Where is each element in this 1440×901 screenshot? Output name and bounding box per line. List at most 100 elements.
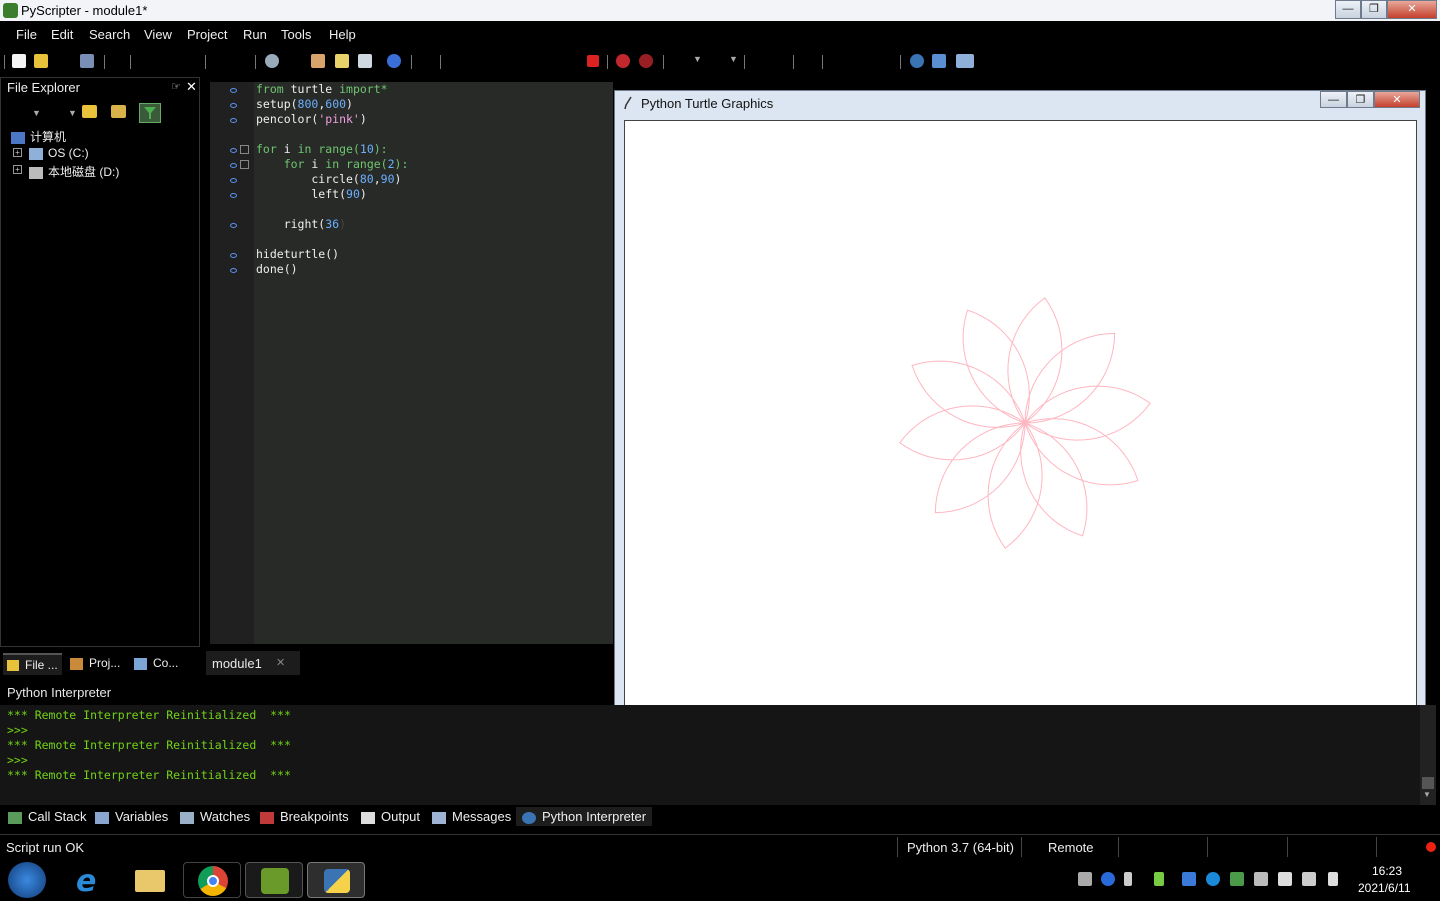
tab-messages[interactable]: Messages bbox=[432, 809, 511, 824]
tab-call-stack[interactable]: Call Stack bbox=[8, 809, 87, 824]
network-icon[interactable] bbox=[1182, 872, 1196, 886]
status-engine-mode[interactable]: Remote bbox=[1048, 840, 1094, 855]
tools-icon[interactable] bbox=[1254, 872, 1268, 886]
taskbar-file-explorer[interactable] bbox=[121, 862, 179, 898]
turtle-maximize-button[interactable]: ❐ bbox=[1347, 91, 1374, 108]
tab-output[interactable]: Output bbox=[361, 809, 420, 824]
shield-icon[interactable] bbox=[1230, 872, 1244, 886]
breakpoint-marker[interactable] bbox=[230, 88, 237, 93]
tab-breakpoints[interactable]: Breakpoints bbox=[260, 809, 349, 824]
expand-icon[interactable]: + bbox=[13, 165, 22, 174]
turtle-minimize-button[interactable]: — bbox=[1320, 91, 1347, 108]
tab-python-interpreter[interactable]: Python Interpreter bbox=[516, 807, 653, 826]
clock-date[interactable]: 2021/6/11 bbox=[1358, 881, 1411, 895]
fold-icon[interactable] bbox=[240, 145, 249, 154]
pin-icon[interactable]: ☞ bbox=[171, 80, 181, 93]
help-icon[interactable] bbox=[1101, 872, 1115, 886]
tree-item-computer[interactable]: 计算机 bbox=[11, 128, 66, 145]
stop-icon[interactable] bbox=[587, 55, 599, 67]
taskbar-ie[interactable]: e bbox=[60, 862, 118, 899]
scroll-thumb[interactable] bbox=[1422, 777, 1434, 789]
open-folder-icon[interactable] bbox=[34, 54, 48, 68]
tab-file-explorer[interactable]: File ... bbox=[3, 653, 62, 675]
tab-project-explorer[interactable]: Proj... bbox=[66, 653, 124, 675]
toggle-breakpoint-icon[interactable] bbox=[616, 54, 630, 68]
breakpoint-marker[interactable] bbox=[230, 193, 237, 198]
chevron-down-icon[interactable]: ▼ bbox=[729, 54, 738, 64]
keyboard-icon[interactable] bbox=[1078, 872, 1092, 886]
python-interpreter-console[interactable]: *** Remote Interpreter Reinitialized ***… bbox=[0, 705, 1420, 805]
breakpoints-icon bbox=[260, 811, 274, 824]
breakpoint-marker[interactable] bbox=[230, 178, 237, 183]
tab-module1[interactable]: module1 ✕ bbox=[206, 651, 300, 675]
turtle-canvas[interactable] bbox=[624, 120, 1417, 716]
code-editor[interactable]: from turtle import* setup(800,600) penco… bbox=[210, 82, 613, 644]
save-all-icon[interactable] bbox=[80, 54, 94, 68]
minimize-button[interactable]: — bbox=[1335, 0, 1361, 19]
menu-edit[interactable]: Edit bbox=[51, 27, 73, 42]
browse-icon[interactable] bbox=[111, 105, 126, 118]
clock-time[interactable]: 16:23 bbox=[1372, 864, 1402, 878]
window-layout-dropdown-icon[interactable] bbox=[956, 54, 974, 68]
display-icon[interactable] bbox=[1302, 872, 1316, 886]
pin-icon[interactable] bbox=[1124, 872, 1132, 886]
hp-icon[interactable] bbox=[1206, 872, 1220, 886]
title-bar: PyScripter - module1* — ❐ ✕ bbox=[0, 0, 1440, 21]
clear-breakpoints-icon[interactable] bbox=[639, 54, 653, 68]
start-button[interactable] bbox=[8, 862, 46, 898]
python-icon[interactable] bbox=[910, 54, 924, 68]
breakpoint-marker[interactable] bbox=[230, 223, 237, 228]
tab-watches[interactable]: Watches bbox=[180, 809, 250, 824]
search-icon[interactable] bbox=[265, 54, 279, 68]
folder-icon[interactable] bbox=[82, 105, 97, 118]
file-explorer-title: File Explorer bbox=[7, 80, 80, 95]
filter-icon[interactable] bbox=[139, 103, 161, 123]
turtle-close-button[interactable]: ✕ bbox=[1374, 91, 1420, 108]
battery-icon[interactable] bbox=[1154, 872, 1164, 886]
breakpoint-marker[interactable] bbox=[230, 163, 237, 168]
tab-variables[interactable]: Variables bbox=[95, 809, 168, 824]
info-icon[interactable] bbox=[387, 54, 401, 68]
breakpoint-marker[interactable] bbox=[230, 268, 237, 273]
new-file-icon[interactable] bbox=[12, 54, 26, 68]
status-python-version[interactable]: Python 3.7 (64-bit) bbox=[907, 840, 1014, 855]
menu-help[interactable]: Help bbox=[329, 27, 356, 42]
taskbar-pyscripter[interactable] bbox=[245, 862, 303, 898]
turtle-graphics-window: Python Turtle Graphics — ❐ ✕ bbox=[614, 90, 1426, 723]
code-line-1: from turtle import* bbox=[256, 82, 388, 96]
chevron-down-icon[interactable]: ▼ bbox=[32, 108, 41, 118]
tab-code-explorer[interactable]: Co... bbox=[130, 653, 182, 675]
expand-icon[interactable]: + bbox=[13, 148, 22, 157]
find-in-files-icon[interactable] bbox=[311, 54, 325, 68]
chevron-down-icon[interactable]: ▼ bbox=[693, 54, 702, 64]
tree-item-drive-c[interactable]: OS (C:) bbox=[29, 146, 89, 160]
editor-gutter[interactable] bbox=[210, 82, 254, 644]
tree-item-drive-d[interactable]: 本地磁盘 (D:) bbox=[29, 163, 119, 180]
menu-file[interactable]: File bbox=[16, 27, 37, 42]
flower-path bbox=[899, 297, 1151, 549]
maximize-button[interactable]: ❐ bbox=[1361, 0, 1387, 19]
replace-icon[interactable] bbox=[358, 54, 372, 68]
menu-project[interactable]: Project bbox=[187, 27, 227, 42]
interpreter-scrollbar[interactable]: ▼ bbox=[1420, 705, 1436, 805]
breakpoint-marker[interactable] bbox=[230, 253, 237, 258]
chevron-down-icon[interactable]: ▼ bbox=[1423, 790, 1431, 799]
fold-icon[interactable] bbox=[240, 160, 249, 169]
breakpoint-marker[interactable] bbox=[230, 148, 237, 153]
breakpoint-marker[interactable] bbox=[230, 103, 237, 108]
close-button[interactable]: ✕ bbox=[1387, 0, 1437, 19]
layout-icon[interactable] bbox=[932, 54, 946, 68]
taskbar-python[interactable] bbox=[307, 862, 365, 898]
close-icon[interactable]: ✕ bbox=[186, 79, 197, 95]
chevron-down-icon[interactable]: ▼ bbox=[68, 108, 77, 118]
find-next-icon[interactable] bbox=[335, 54, 349, 68]
menu-view[interactable]: View bbox=[144, 27, 172, 42]
menu-tools[interactable]: Tools bbox=[281, 27, 311, 42]
flag-icon[interactable] bbox=[1278, 872, 1292, 886]
taskbar-chrome[interactable] bbox=[183, 862, 241, 898]
menu-run[interactable]: Run bbox=[243, 27, 267, 42]
menu-search[interactable]: Search bbox=[89, 27, 130, 42]
breakpoint-marker[interactable] bbox=[230, 118, 237, 123]
close-tab-icon[interactable]: ✕ bbox=[276, 656, 285, 669]
volume-icon[interactable] bbox=[1328, 872, 1338, 886]
